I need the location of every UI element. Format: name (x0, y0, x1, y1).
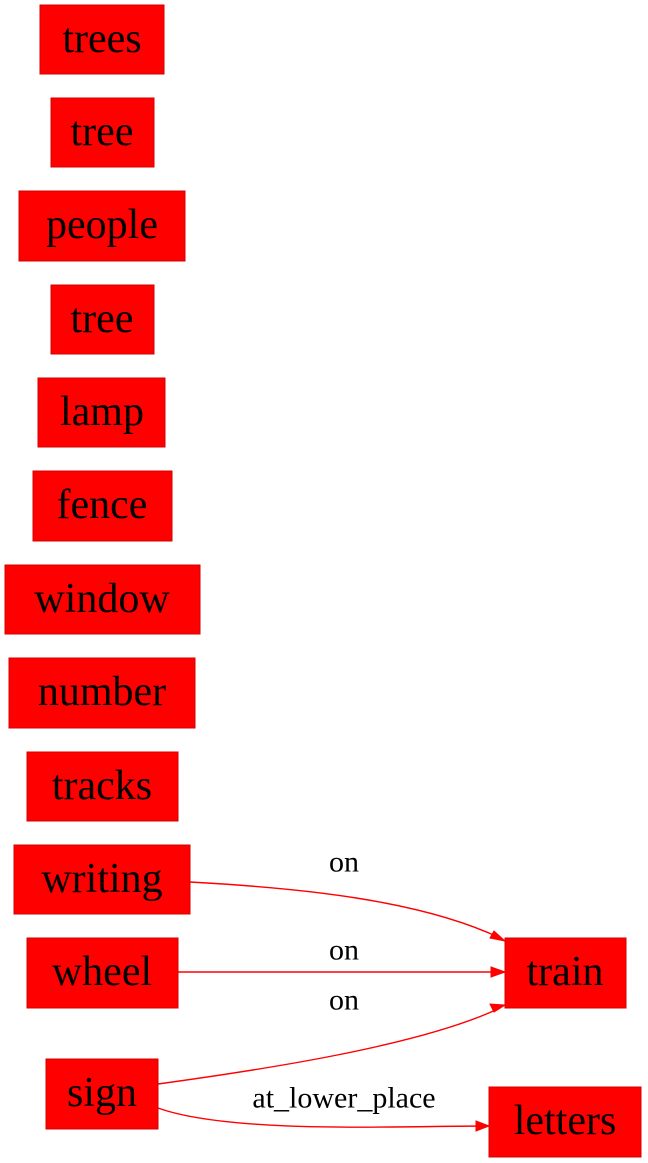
scene-graph-diagram: on on on at_lower_place trees tree peopl… (4, 4, 642, 1158)
node-label: tree (71, 296, 134, 342)
node-window: window (4, 564, 201, 635)
node-label: letters (514, 1098, 617, 1144)
node-label: tree (71, 109, 134, 155)
arrowhead-icon (489, 930, 507, 942)
node-trees: trees (39, 4, 165, 75)
node-label: writing (41, 856, 162, 902)
arrowhead-icon (475, 1120, 491, 1132)
node-label: sign (67, 1070, 137, 1116)
node-wheel: wheel (26, 937, 179, 1009)
edge-sign-train: on (157, 984, 507, 1085)
edge-writing-train: on (189, 846, 507, 942)
node-people: people (18, 190, 186, 262)
nodes: trees tree people tree lamp fence window (4, 4, 642, 1158)
node-label: lamp (60, 389, 144, 435)
node-letters: letters (488, 1086, 642, 1158)
node-label: trees (62, 16, 141, 62)
node-label: number (38, 669, 166, 715)
edges: on on on at_lower_place (157, 846, 507, 1132)
arrowhead-icon (490, 966, 507, 978)
edge-label: on (329, 934, 359, 967)
node-label: people (46, 202, 158, 248)
node-tree: tree (50, 284, 155, 355)
node-sign: sign (45, 1058, 159, 1130)
edge-label: on (329, 984, 359, 1017)
node-train: train (504, 937, 627, 1009)
node-label: window (34, 576, 170, 622)
node-tree: tree (50, 97, 155, 168)
node-tracks: tracks (26, 751, 179, 822)
edge-sign-letters: at_lower_place (157, 1082, 491, 1132)
edge-line (189, 881, 501, 939)
node-label: wheel (52, 949, 152, 995)
node-label: train (527, 949, 604, 995)
node-label: fence (57, 482, 148, 528)
node-fence: fence (32, 470, 173, 542)
edge-label: at_lower_place (252, 1082, 435, 1115)
edge-line (157, 1007, 501, 1085)
edge-wheel-train: on (178, 934, 507, 978)
node-number: number (8, 657, 196, 729)
node-lamp: lamp (37, 377, 166, 448)
node-label: tracks (52, 763, 152, 809)
node-writing: writing (13, 844, 191, 915)
edge-label: on (329, 846, 359, 879)
